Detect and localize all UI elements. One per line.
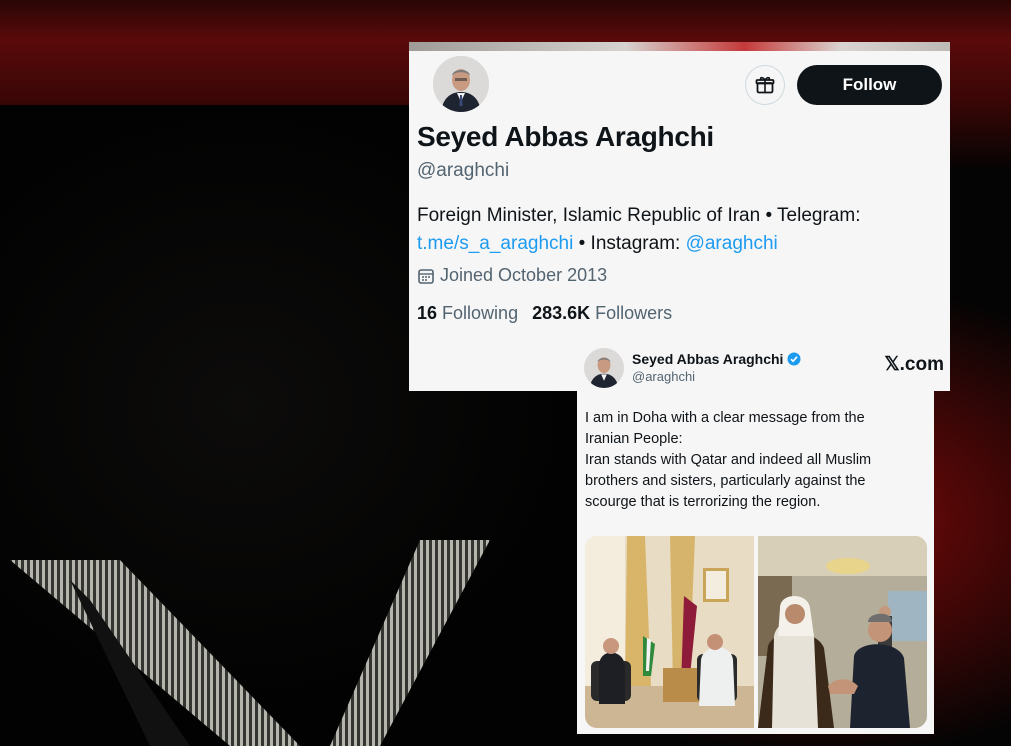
following-label: Following — [442, 303, 519, 323]
profile-card: Follow Seyed Abbas Araghchi @araghchi Fo… — [409, 42, 950, 391]
person-icon — [584, 348, 624, 388]
profile-stats: 16 Following 283.6K Followers — [417, 303, 672, 324]
joined-date: Joined October 2013 — [417, 265, 607, 286]
tweet-photo-meeting[interactable] — [585, 536, 754, 728]
tweet-photo-handshake[interactable] — [758, 536, 927, 728]
profile-display-name: Seyed Abbas Araghchi — [417, 121, 714, 152]
followers-count: 283.6K — [532, 303, 591, 323]
handshake-photo — [758, 536, 927, 728]
profile-avatar[interactable] — [431, 54, 491, 114]
bio-text-middle: • Instagram: — [573, 233, 686, 254]
meeting-photo — [585, 536, 754, 728]
tweet-author-handle: @araghchi — [632, 369, 696, 384]
profile-handle: @araghchi — [417, 160, 510, 181]
gift-button[interactable] — [745, 65, 785, 105]
instagram-link[interactable]: @araghchi — [686, 233, 778, 254]
followers-label: Followers — [595, 303, 673, 323]
joined-text: Joined October 2013 — [440, 265, 608, 285]
tweet-author-name-text: Seyed Abbas Araghchi — [632, 351, 784, 367]
tweet-text: I am in Doha with a clear message from t… — [585, 410, 872, 510]
gift-icon — [755, 76, 775, 94]
follow-button[interactable]: Follow — [797, 65, 942, 105]
profile-banner — [409, 42, 950, 51]
followers-link[interactable]: 283.6K Followers — [532, 303, 672, 324]
tweet-author-name[interactable]: Seyed Abbas Araghchi — [632, 351, 801, 367]
tweet-card[interactable]: I am in Doha with a clear message from t… — [577, 391, 934, 734]
tweet-header: Seyed Abbas Araghchi @araghchi 𝕏.com — [584, 348, 944, 391]
following-count: 16 — [417, 303, 438, 323]
verified-badge-icon — [787, 352, 801, 366]
bio-text: Foreign Minister, Islamic Republic of Ir… — [417, 205, 861, 226]
x-com-logo: 𝕏.com — [884, 354, 944, 375]
person-icon — [433, 56, 489, 112]
following-link[interactable]: 16 Following — [417, 303, 518, 324]
telegram-link[interactable]: t.me/s_a_araghchi — [417, 233, 573, 254]
background-logo-shape — [10, 540, 490, 746]
tweet-author-avatar[interactable] — [584, 348, 624, 388]
profile-bio: Foreign Minister, Islamic Republic of Ir… — [417, 202, 947, 258]
calendar-icon — [418, 268, 434, 284]
